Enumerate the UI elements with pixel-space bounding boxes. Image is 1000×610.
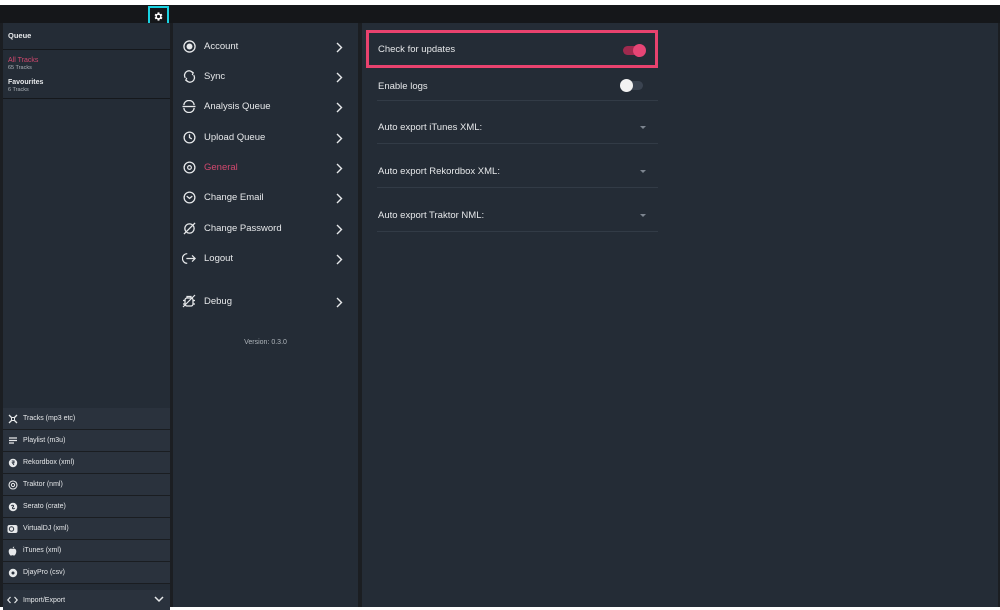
chevron-right-icon (336, 252, 343, 270)
account-icon (182, 39, 196, 53)
auto-export-rekordbox-select[interactable]: Auto export Rekordbox XML: (377, 156, 658, 188)
check-updates-toggle[interactable] (623, 44, 646, 57)
queue-header[interactable]: Queue (3, 23, 170, 50)
menu-item-upload-queue[interactable]: Upload Queue (173, 122, 358, 152)
format-item-label: Rekordbox (xml) (23, 459, 75, 466)
library-item-count: 6 Tracks (8, 87, 29, 93)
virtualdj-icon (7, 523, 18, 534)
serato-icon (7, 501, 18, 512)
auto-export-itunes-label: Auto export iTunes XML: (378, 122, 483, 133)
format-item-playlist[interactable]: Playlist (m3u) (3, 430, 170, 452)
version-label: Version: 0.3.0 (244, 339, 287, 346)
chevron-right-icon (336, 40, 343, 58)
menu-item-label: Logout (204, 252, 234, 264)
apple-icon (7, 545, 18, 556)
chevron-right-icon (336, 161, 343, 179)
format-list: Tracks (mp3 etc) Playlist (m3u) Rekordbo… (3, 408, 170, 584)
chevron-right-icon (336, 131, 343, 149)
menu-item-sync[interactable]: Sync (173, 61, 358, 91)
menu-item-account[interactable]: Account (173, 31, 358, 61)
enable-logs-label: Enable logs (378, 81, 428, 92)
check-updates-label: Check for updates (378, 44, 456, 55)
traktor-icon (7, 479, 18, 490)
toggle-knob (620, 79, 633, 92)
library-item-title: All Tracks (8, 57, 39, 64)
code-icon (7, 596, 18, 604)
format-item-label: Serato (crate) (23, 503, 66, 510)
menu-item-label: Account (204, 40, 239, 52)
menu-item-label: Debug (204, 295, 232, 307)
chevron-down-icon (154, 595, 164, 605)
format-item-label: Traktor (nml) (23, 481, 63, 488)
change-password-icon (182, 221, 196, 235)
format-item-label: Playlist (m3u) (23, 437, 66, 444)
chevron-right-icon (336, 295, 343, 313)
menu-item-label: Sync (204, 70, 226, 82)
menu-item-debug[interactable]: Debug (173, 286, 358, 316)
format-item-rekordbox[interactable]: Rekordbox (xml) (3, 452, 170, 474)
import-export-toggle[interactable]: Import/Export (3, 590, 170, 610)
menu-item-label: Analysis Queue (204, 100, 271, 112)
menu-item-label: General (204, 161, 238, 173)
tracks-icon (7, 413, 18, 424)
format-item-virtualdj[interactable]: VirtualDJ (xml) (3, 518, 170, 540)
setting-check-updates: Check for updates (377, 37, 658, 62)
playlist-icon (7, 435, 18, 446)
change-email-icon (182, 190, 196, 204)
library-item-favourites[interactable]: Favourites 6 Tracks (3, 75, 170, 99)
toggle-knob (633, 44, 646, 57)
djaypro-icon (7, 567, 18, 578)
gear-icon (154, 12, 163, 21)
auto-export-itunes-select[interactable]: Auto export iTunes XML: (377, 112, 658, 144)
dropdown-arrow-icon (640, 214, 646, 217)
logout-icon (182, 251, 196, 265)
chevron-right-icon (336, 70, 343, 88)
format-item-label: DjayPro (csv) (23, 569, 66, 576)
format-item-djaypro[interactable]: DjayPro (csv) (3, 562, 170, 584)
menu-item-analysis-queue[interactable]: Analysis Queue (173, 91, 358, 121)
format-item-tracks[interactable]: Tracks (mp3 etc) (3, 408, 170, 430)
menu-item-change-password[interactable]: Change Password (173, 213, 358, 243)
auto-export-traktor-label: Auto export Traktor NML: (378, 210, 485, 221)
menu-item-label: Change Email (204, 191, 264, 203)
library-item-all-tracks[interactable]: All Tracks 65 Tracks (3, 51, 170, 74)
sync-icon (182, 69, 196, 83)
menu-item-change-email[interactable]: Change Email (173, 182, 358, 212)
chevron-right-icon (336, 100, 343, 118)
format-item-label: iTunes (xml) (23, 547, 62, 554)
dropdown-arrow-icon (640, 170, 646, 173)
chevron-right-icon (336, 222, 343, 240)
settings-menu: Account Sync Analysis Queue Upload Queue… (173, 23, 358, 607)
general-icon (182, 160, 196, 174)
auto-export-traktor-select[interactable]: Auto export Traktor NML: (377, 200, 658, 232)
dropdown-arrow-icon (640, 126, 646, 129)
enable-logs-toggle[interactable] (620, 79, 643, 92)
library-item-title: Favourites (8, 79, 44, 86)
chevron-right-icon (336, 191, 343, 209)
format-item-traktor[interactable]: Traktor (nml) (3, 474, 170, 496)
menu-item-logout[interactable]: Logout (173, 243, 358, 273)
format-item-label: VirtualDJ (xml) (23, 525, 69, 532)
format-item-label: Tracks (mp3 etc) (23, 415, 76, 422)
auto-export-rekordbox-label: Auto export Rekordbox XML: (378, 166, 500, 177)
format-item-serato[interactable]: Serato (crate) (3, 496, 170, 518)
menu-item-general[interactable]: General (173, 152, 358, 182)
debug-icon (182, 294, 196, 308)
import-export-label: Import/Export (23, 596, 66, 604)
general-settings-panel: Check for updates Enable logs Auto expor… (362, 23, 998, 607)
upload-queue-icon (182, 130, 196, 144)
app-window: Queue All Tracks 65 Tracks Favourites 6 … (0, 5, 1000, 610)
analysis-queue-icon (182, 99, 196, 113)
setting-enable-logs: Enable logs (377, 73, 658, 101)
menu-item-label: Change Password (204, 222, 282, 234)
library-item-count: 65 Tracks (8, 65, 32, 71)
menu-item-label: Upload Queue (204, 131, 266, 143)
format-item-itunes[interactable]: iTunes (xml) (3, 540, 170, 562)
rekordbox-icon (7, 457, 18, 468)
